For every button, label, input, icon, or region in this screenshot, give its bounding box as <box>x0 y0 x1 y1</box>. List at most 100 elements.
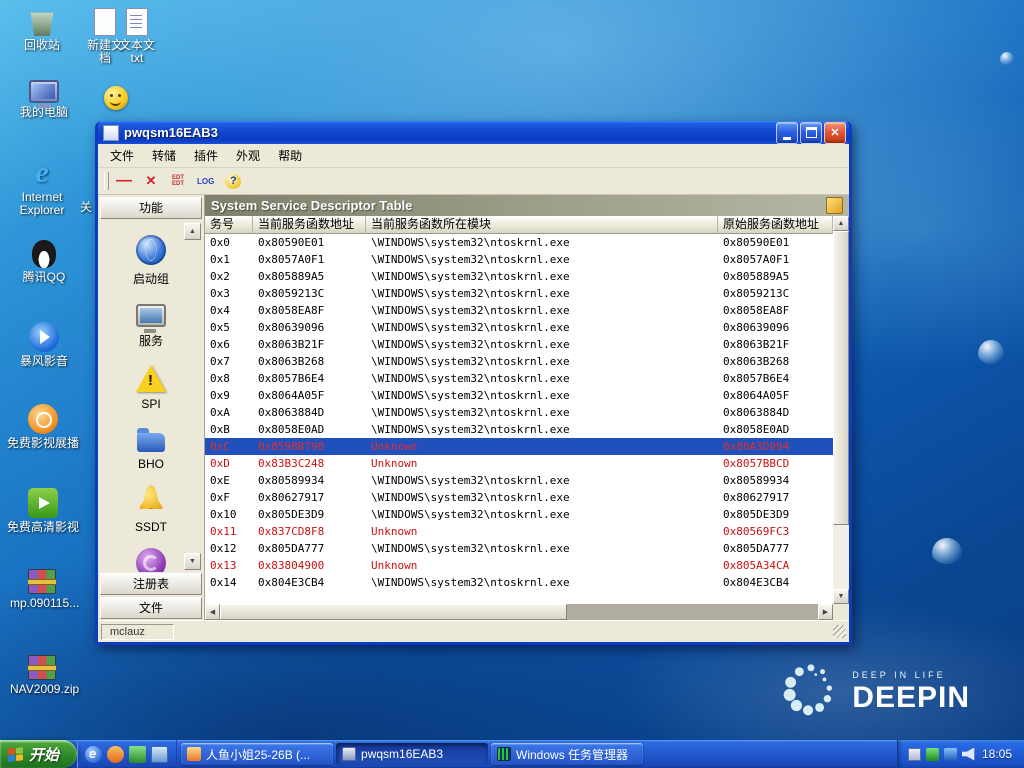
sidebar-scroll-up-button[interactable]: ▲ <box>184 223 201 240</box>
pwqsm-task-icon <box>342 747 356 761</box>
toolbar-x-button[interactable]: ✕ <box>143 173 159 189</box>
keyboard-tray-icon[interactable] <box>908 748 921 761</box>
minimize-button[interactable] <box>776 122 798 144</box>
cell-current-address: 0x80590E01 <box>253 234 366 251</box>
table-row[interactable]: 0x130x83804900Unknown0x805A34CA <box>205 557 833 574</box>
scrollbar-thumb[interactable] <box>220 604 567 620</box>
table-row[interactable]: 0x80x8057B6E4\WINDOWS\system32\ntoskrnl.… <box>205 370 833 387</box>
menu-item-plugin[interactable]: 插件 <box>186 146 226 165</box>
toolbar-log-button[interactable]: LOG <box>197 177 214 186</box>
text-file-icon <box>126 8 148 36</box>
start-button[interactable]: 开始 <box>0 740 77 768</box>
sidebar-item-bho[interactable]: BHO <box>98 425 204 471</box>
column-header[interactable]: 务号 <box>205 216 253 234</box>
scrollbar-thumb[interactable] <box>833 231 849 525</box>
scrollbar-track[interactable] <box>220 604 818 620</box>
table-row[interactable]: 0xF0x80627917\WINDOWS\system32\ntoskrnl.… <box>205 489 833 506</box>
scrollbar-track[interactable] <box>833 231 849 589</box>
desktop-quicklaunch-icon[interactable] <box>151 746 168 763</box>
menu-item-dump[interactable]: 转储 <box>144 146 184 165</box>
vol-tray-icon[interactable] <box>962 748 975 761</box>
scroll-down-arrow[interactable]: ▼ <box>833 589 849 604</box>
table-row[interactable]: 0x100x805DE3D9\WINDOWS\system32\ntoskrnl… <box>205 506 833 523</box>
column-header[interactable]: 原始服务函数地址 <box>718 216 833 234</box>
column-header[interactable]: 当前服务函数地址 <box>253 216 366 234</box>
sidebar-scroll-down-button[interactable]: ▼ <box>184 553 201 570</box>
media-quicklaunch-icon[interactable] <box>107 746 124 763</box>
table-row[interactable]: 0x70x8063B268\WINDOWS\system32\ntoskrnl.… <box>205 353 833 370</box>
vertical-scrollbar[interactable]: ▲ ▼ <box>833 216 849 604</box>
menu-item-file[interactable]: 文件 <box>102 146 142 165</box>
scroll-left-arrow[interactable]: ◀ <box>205 604 220 620</box>
my-computer-icon <box>29 80 59 103</box>
desktop-icon-qq[interactable]: 腾讯QQ <box>12 240 76 284</box>
window-titlebar[interactable]: pwqsm16EAB3 ✕ <box>98 121 849 144</box>
table-row[interactable]: 0x110x837CD8F8Unknown0x80569FC3 <box>205 523 833 540</box>
branding-name: DEEPIN <box>852 683 970 713</box>
taskbar-task-taskmgr[interactable]: Windows 任务管理器 <box>491 743 643 765</box>
desktop-icon-textfile[interactable]: 文本文 txt <box>114 6 160 65</box>
desktop-icon-recycle[interactable]: 回收站 <box>10 6 74 52</box>
cell-original-address: 0x805DE3D9 <box>718 506 833 523</box>
cell-module: \WINDOWS\system32\ntoskrnl.exe <box>366 251 718 268</box>
table-row[interactable]: 0x50x80639096\WINDOWS\system32\ntoskrnl.… <box>205 319 833 336</box>
ie-quicklaunch-icon[interactable] <box>85 746 102 763</box>
panel-header-icon[interactable] <box>826 197 843 214</box>
desktop-icon-rar1[interactable]: mp.090115... <box>10 566 74 610</box>
resize-grip[interactable] <box>833 625 846 638</box>
close-button[interactable]: ✕ <box>824 122 846 144</box>
horizontal-scrollbar[interactable]: ◀ ▶ <box>205 604 833 620</box>
scroll-up-arrow[interactable]: ▲ <box>833 216 849 231</box>
table-row[interactable]: 0x30x8059213C\WINDOWS\system32\ntoskrnl.… <box>205 285 833 302</box>
window-icon <box>103 125 119 141</box>
table-row[interactable]: 0xA0x8063884D\WINDOWS\system32\ntoskrnl.… <box>205 404 833 421</box>
toolbar-help-button[interactable]: ? <box>225 174 241 189</box>
net-tray-icon[interactable] <box>944 748 957 761</box>
sidebar-item-services[interactable]: 服务 <box>98 301 204 349</box>
cell-current-address: 0x83B3C248 <box>253 455 366 472</box>
table-row[interactable]: 0x140x804E3CB4\WINDOWS\system32\ntoskrnl… <box>205 574 833 591</box>
taskbar-task-pwqsm[interactable]: pwqsm16EAB3 <box>336 743 488 765</box>
table-row[interactable]: 0x10x8057A0F1\WINDOWS\system32\ntoskrnl.… <box>205 251 833 268</box>
cell-original-address: 0x80590E01 <box>718 234 833 251</box>
sidebar-item-spi[interactable]: SPI <box>98 363 204 411</box>
taskbar-task-media[interactable]: 人鱼小姐25-26B (... <box>181 743 333 765</box>
table-row[interactable]: 0x40x8058EA8F\WINDOWS\system32\ntoskrnl.… <box>205 302 833 319</box>
table-row[interactable]: 0x20x805889A5\WINDOWS\system32\ntoskrnl.… <box>205 268 833 285</box>
cell-module: Unknown <box>366 438 718 455</box>
sidebar-button-registry[interactable]: 注册表 <box>100 573 202 595</box>
table-row[interactable]: 0x90x8064A05F\WINDOWS\system32\ntoskrnl.… <box>205 387 833 404</box>
desktop-icon-hdmovie[interactable]: 免费高清影视 <box>6 488 80 534</box>
cell-module: \WINDOWS\system32\ntoskrnl.exe <box>366 574 718 591</box>
sidebar-button-files[interactable]: 文件 <box>100 597 202 619</box>
table-row[interactable]: 0xD0x83B3C248Unknown0x8057BBCD <box>205 455 833 472</box>
desktop-icon-label: 回收站 <box>10 39 74 52</box>
table-row[interactable]: 0x00x80590E01\WINDOWS\system32\ntoskrnl.… <box>205 234 833 251</box>
taskbar-clock[interactable]: 18:05 <box>982 747 1012 761</box>
msg-quicklaunch-icon[interactable] <box>129 746 146 763</box>
toolbar-edt-button[interactable]: EDT EDT <box>170 175 186 187</box>
maximize-button[interactable] <box>800 122 822 144</box>
menu-item-view[interactable]: 外观 <box>228 146 268 165</box>
table-row[interactable]: 0x120x805DA777\WINDOWS\system32\ntoskrnl… <box>205 540 833 557</box>
smiley-desktop-icon[interactable] <box>104 86 128 110</box>
av-tray-icon[interactable] <box>926 748 939 761</box>
desktop-icon-mycomputer[interactable]: 我的电脑 <box>12 78 76 119</box>
desktop-icon-storm[interactable]: 暴风影音 <box>12 322 76 368</box>
sidebar-item-ssdt[interactable]: SSDT <box>98 485 204 534</box>
table-row[interactable]: 0x60x8063B21F\WINDOWS\system32\ntoskrnl.… <box>205 336 833 353</box>
table-row[interactable]: 0xE0x80589934\WINDOWS\system32\ntoskrnl.… <box>205 472 833 489</box>
sidebar-item-label: 服务 <box>139 332 163 349</box>
scroll-right-arrow[interactable]: ▶ <box>818 604 833 620</box>
table-row[interactable]: 0xB0x8058E0AD\WINDOWS\system32\ntoskrnl.… <box>205 421 833 438</box>
column-header[interactable]: 当前服务函数所在模块 <box>366 216 718 234</box>
cell-module: \WINDOWS\system32\ntoskrnl.exe <box>366 540 718 557</box>
sidebar-item-startup[interactable]: 启动组 <box>98 235 204 287</box>
menu-item-help[interactable]: 帮助 <box>270 146 310 165</box>
toolbar-minus-button[interactable]: — <box>116 175 132 187</box>
desktop-icon-ie[interactable]: Internet Explorer <box>10 158 74 217</box>
table-row[interactable]: 0xC0x8598B790Unknown0x80A3D994 <box>205 438 833 455</box>
sidebar-header[interactable]: 功能 <box>100 197 202 219</box>
desktop-icon-movie[interactable]: 免费影视展播 <box>6 404 80 450</box>
desktop-icon-rar2[interactable]: NAV2009.zip <box>10 652 74 696</box>
